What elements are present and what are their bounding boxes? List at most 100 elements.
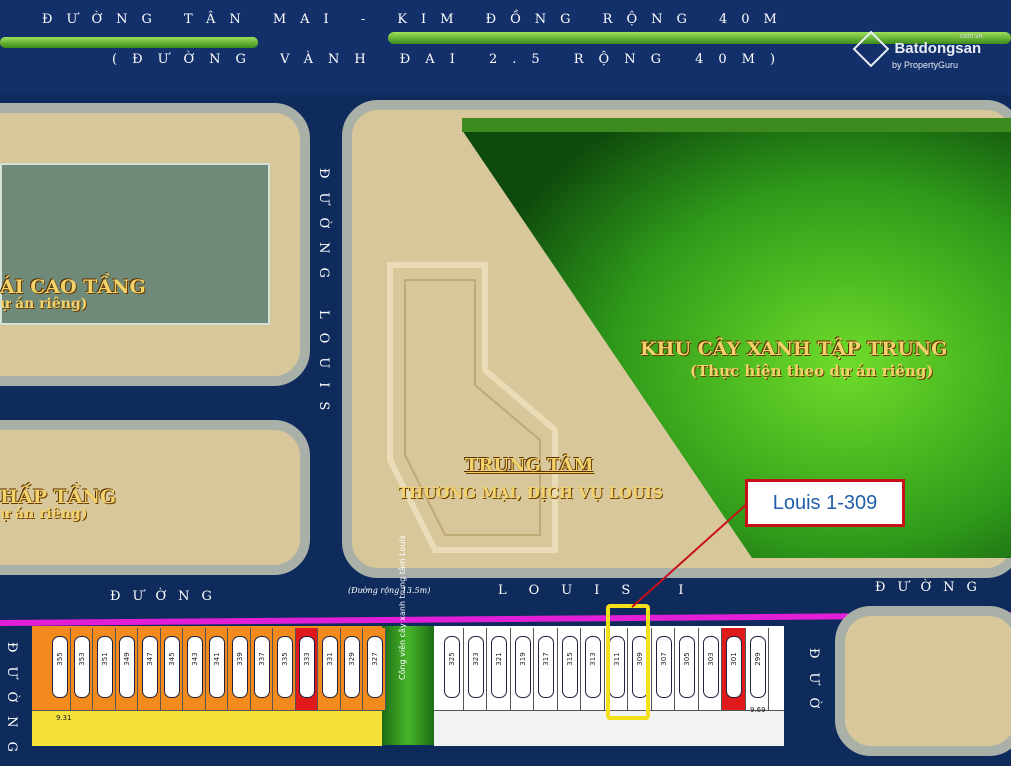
callout-label: Louis 1-309 xyxy=(772,491,878,514)
highlight-lot-box[interactable] xyxy=(606,604,650,720)
lot-339[interactable]: 339 xyxy=(228,628,251,710)
commercial-building-outline xyxy=(387,262,558,553)
lot-321[interactable]: 321 xyxy=(487,628,511,710)
lot-351[interactable]: 351 xyxy=(93,628,116,710)
highrise-subtitle: ự án riêng) xyxy=(0,296,88,312)
highrise-title: ÁI CAO TẦNG xyxy=(0,276,146,298)
lot-label-pill: 347 xyxy=(141,636,158,698)
lot-label-pill: 327 xyxy=(366,636,383,698)
lot-307[interactable]: 307 xyxy=(651,628,675,710)
lot-number: 317 xyxy=(542,652,551,666)
watermark: Batdongsan by PropertyGuru xyxy=(852,30,982,70)
lot-number: 351 xyxy=(100,652,109,666)
lot-label-pill: 345 xyxy=(164,636,181,698)
right-edge-road-label: ĐƯỜ xyxy=(806,648,821,723)
lot-label-pill: 317 xyxy=(538,636,555,698)
lot-number: 349 xyxy=(123,652,132,666)
lot-number: 343 xyxy=(190,652,199,666)
bottom-road-left-label: ĐƯỜNG xyxy=(110,589,224,604)
lot-317[interactable]: 317 xyxy=(534,628,558,710)
bottom-road-right-label: ĐƯỜNG xyxy=(875,580,989,595)
lot-label-pill: 315 xyxy=(561,636,578,698)
lot-number: 325 xyxy=(448,652,457,666)
lot-327[interactable]: 327 xyxy=(363,628,386,710)
lot-label-pill: 343 xyxy=(186,636,203,698)
lot-303[interactable]: 303 xyxy=(698,628,722,710)
lot-345[interactable]: 345 xyxy=(160,628,183,710)
callout-box[interactable]: Louis 1-309 xyxy=(745,479,905,527)
lot-355[interactable]: 355 xyxy=(48,628,71,710)
lot-number: 327 xyxy=(370,652,379,666)
lot-number: 301 xyxy=(730,652,739,666)
lot-329[interactable]: 329 xyxy=(340,628,363,710)
lot-number: 335 xyxy=(280,652,289,666)
lot-325[interactable]: 325 xyxy=(440,628,464,710)
lot-number: 313 xyxy=(589,652,598,666)
lot-label-pill: 333 xyxy=(299,636,316,698)
left-edge-road-label: ĐƯỜNG xyxy=(4,642,19,766)
lot-number: 333 xyxy=(303,652,312,666)
lot-label-pill: 331 xyxy=(321,636,338,698)
park-strip-label: Công viên cây xanh trung tâm Louis xyxy=(398,535,407,680)
lot-label-pill: 349 xyxy=(119,636,136,698)
lot-label-pill: 307 xyxy=(655,636,672,698)
watermark-domain: .com.vn xyxy=(958,33,983,40)
lot-label-pill: 353 xyxy=(74,636,91,698)
park-strip xyxy=(382,626,434,745)
commercial-subtitle: THƯƠNG MẠI, DỊCH VỤ LOUIS xyxy=(398,484,663,502)
dim-left-corner: 9.31 xyxy=(56,714,72,722)
lot-301[interactable]: 301 xyxy=(722,628,746,710)
top-road-sublabel: (ĐƯỜNG VÀNH ĐAI 2.5 RỘNG 40M) xyxy=(112,52,791,67)
right-corner-block xyxy=(835,606,1011,756)
lot-label-pill: 313 xyxy=(585,636,602,698)
green-zone-title: KHU CÂY XANH TẬP TRUNG xyxy=(640,338,948,360)
lot-331[interactable]: 331 xyxy=(318,628,341,710)
lot-number: 353 xyxy=(78,652,87,666)
lot-number: 303 xyxy=(706,652,715,666)
lot-315[interactable]: 315 xyxy=(557,628,581,710)
bottom-road-width-note: (Đường rộng 13.5m) xyxy=(348,586,431,595)
lot-label-pill: 355 xyxy=(51,636,68,698)
lot-341[interactable]: 341 xyxy=(205,628,228,710)
lot-319[interactable]: 319 xyxy=(510,628,534,710)
top-median-left xyxy=(0,37,258,48)
lot-label-pill: 319 xyxy=(514,636,531,698)
lot-number: 331 xyxy=(325,652,334,666)
lot-299[interactable]: 299 xyxy=(745,628,769,710)
lot-313[interactable]: 313 xyxy=(581,628,605,710)
lot-333[interactable]: 333 xyxy=(295,628,318,710)
lot-337[interactable]: 337 xyxy=(250,628,273,710)
lot-323[interactable]: 323 xyxy=(463,628,487,710)
lot-number: 337 xyxy=(258,652,267,666)
lot-label-pill: 323 xyxy=(467,636,484,698)
lot-343[interactable]: 343 xyxy=(183,628,206,710)
lot-349[interactable]: 349 xyxy=(115,628,138,710)
lot-number: 299 xyxy=(753,652,762,666)
lot-label-pill: 337 xyxy=(254,636,271,698)
lot-335[interactable]: 335 xyxy=(273,628,296,710)
lot-number: 339 xyxy=(235,652,244,666)
lot-353[interactable]: 353 xyxy=(70,628,93,710)
lot-label-pill: 351 xyxy=(96,636,113,698)
lot-number: 323 xyxy=(471,652,480,666)
lot-number: 321 xyxy=(495,652,504,666)
lot-label-pill: 303 xyxy=(702,636,719,698)
commercial-title: TRUNG TÂM xyxy=(465,455,594,476)
lot-number: 315 xyxy=(565,652,574,666)
lot-label-pill: 321 xyxy=(491,636,508,698)
lowrise-title: HẤP TẦNG xyxy=(0,486,117,508)
lot-305[interactable]: 305 xyxy=(675,628,699,710)
watermark-logo-icon xyxy=(852,30,890,68)
vertical-road-label: ĐƯỜNG LOUIS xyxy=(316,168,331,425)
watermark-tag: by PropertyGuru xyxy=(892,60,959,70)
watermark-brand: Batdongsan xyxy=(894,40,982,58)
lot-label-pill: 299 xyxy=(749,636,766,698)
lot-label-pill: 339 xyxy=(231,636,248,698)
lowrise-subtitle: ự án riêng) xyxy=(0,506,88,522)
lot-number: 355 xyxy=(55,652,64,666)
lots-strip-left-rear xyxy=(32,710,382,746)
lot-number: 329 xyxy=(348,652,357,666)
lot-number: 319 xyxy=(518,652,527,666)
lot-347[interactable]: 347 xyxy=(138,628,161,710)
lot-label-pill: 335 xyxy=(276,636,293,698)
